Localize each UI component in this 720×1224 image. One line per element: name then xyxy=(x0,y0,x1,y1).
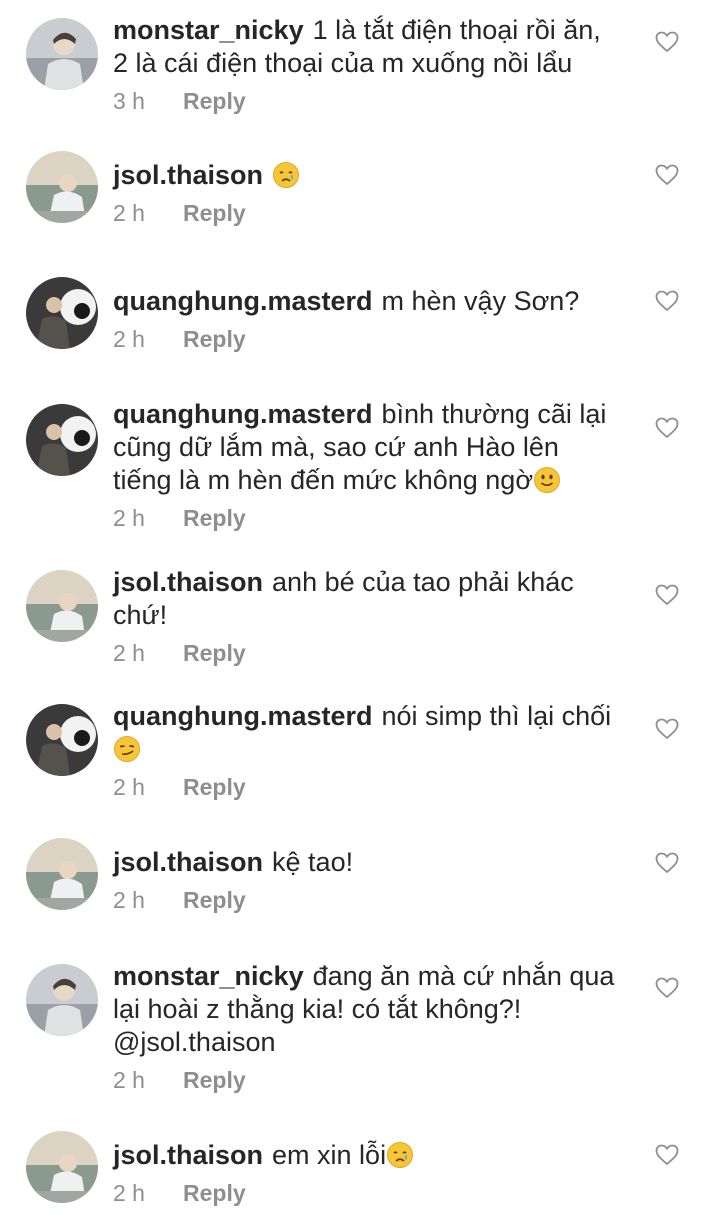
avatar[interactable] xyxy=(26,404,98,476)
reply-button[interactable]: Reply xyxy=(183,1180,246,1206)
reply-button[interactable]: Reply xyxy=(183,505,246,531)
timestamp: 2 h xyxy=(113,640,145,666)
crying-face-emoji xyxy=(386,1141,414,1169)
avatar[interactable] xyxy=(26,570,98,642)
heart-outline-icon[interactable] xyxy=(655,417,679,439)
username[interactable]: jsol.thaison xyxy=(113,567,263,597)
heart-outline-icon[interactable] xyxy=(655,852,679,874)
comment-meta: 2 h Reply xyxy=(113,772,623,802)
heart-outline-icon[interactable] xyxy=(655,718,679,740)
reply-button[interactable]: Reply xyxy=(183,200,246,226)
avatar[interactable] xyxy=(26,151,98,223)
comment-body: quanghung.masterd nói simp thì lại chối 2… xyxy=(113,700,623,802)
slightly-smiling-face-emoji xyxy=(533,466,561,494)
comment-meta: 2 h Reply xyxy=(113,638,623,668)
avatar[interactable] xyxy=(26,1131,98,1203)
heart-outline-icon[interactable] xyxy=(655,977,679,999)
timestamp: 2 h xyxy=(113,1180,145,1206)
reply-button[interactable]: Reply xyxy=(183,88,246,114)
heart-outline-icon[interactable] xyxy=(655,31,679,53)
reply-button[interactable]: Reply xyxy=(183,1067,246,1093)
comment-text-line: jsol.thaison anh bé của tao phải khác chứ… xyxy=(113,566,623,632)
heart-outline-icon[interactable] xyxy=(655,164,679,186)
avatar[interactable] xyxy=(26,18,98,90)
comment-text: nói simp thì lại chối xyxy=(381,701,612,731)
comment-meta: 2 h Reply xyxy=(113,198,623,228)
username[interactable]: monstar_nicky xyxy=(113,961,304,991)
heart-outline-icon[interactable] xyxy=(655,1144,679,1166)
comment-body: jsol.thaison em xin lỗi 2 h Reply xyxy=(113,1139,623,1208)
avatar[interactable] xyxy=(26,277,98,349)
comment-text-line: monstar_nicky đang ăn mà cứ nhắn qua lại … xyxy=(113,960,623,1059)
comment-text-line: quanghung.masterd m hèn vậy Sơn? xyxy=(113,285,623,318)
smirking-face-emoji xyxy=(113,735,141,763)
comment-body: jsol.thaison kệ tao! 2 h Reply xyxy=(113,846,623,915)
avatar[interactable] xyxy=(26,964,98,1036)
username[interactable]: jsol.thaison xyxy=(113,160,263,190)
comment-meta: 2 h Reply xyxy=(113,1178,623,1208)
comment-body: monstar_nicky 1 là tắt điện thoại rồi ăn,… xyxy=(113,14,623,116)
comment-text: m hèn vậy Sơn? xyxy=(381,286,580,316)
heart-outline-icon[interactable] xyxy=(655,584,679,606)
comment-text-line: quanghung.masterd nói simp thì lại chối xyxy=(113,700,623,766)
reply-button[interactable]: Reply xyxy=(183,326,246,352)
timestamp: 2 h xyxy=(113,774,145,800)
timestamp: 2 h xyxy=(113,887,145,913)
reply-button[interactable]: Reply xyxy=(183,640,246,666)
timestamp: 2 h xyxy=(113,1067,145,1093)
avatar[interactable] xyxy=(26,838,98,910)
comment-text-line: quanghung.masterd bình thường cãi lại cũn… xyxy=(113,398,623,497)
comment-meta: 2 h Reply xyxy=(113,1065,623,1095)
timestamp: 2 h xyxy=(113,200,145,226)
username[interactable]: quanghung.masterd xyxy=(113,701,373,731)
timestamp: 2 h xyxy=(113,505,145,531)
reply-button[interactable]: Reply xyxy=(183,887,246,913)
comment-body: jsol.thaison anh bé của tao phải khác chứ… xyxy=(113,566,623,668)
comment-text-line: jsol.thaison xyxy=(113,159,623,192)
comment-text-line: jsol.thaison em xin lỗi xyxy=(113,1139,623,1172)
comment-text: kệ tao! xyxy=(272,847,354,877)
comment-text-line: monstar_nicky 1 là tắt điện thoại rồi ăn,… xyxy=(113,14,623,80)
comment-meta: 2 h Reply xyxy=(113,885,623,915)
heart-outline-icon[interactable] xyxy=(655,290,679,312)
comment-body: quanghung.masterd m hèn vậy Sơn? 2 h Reply xyxy=(113,285,623,354)
username[interactable]: quanghung.masterd xyxy=(113,286,373,316)
comment-body: quanghung.masterd bình thường cãi lại cũn… xyxy=(113,398,623,533)
timestamp: 3 h xyxy=(113,88,145,114)
comment-meta: 3 h Reply xyxy=(113,86,623,116)
avatar[interactable] xyxy=(26,704,98,776)
reply-button[interactable]: Reply xyxy=(183,774,246,800)
comment-body: monstar_nicky đang ăn mà cứ nhắn qua lại … xyxy=(113,960,623,1095)
crying-face-emoji xyxy=(272,161,300,189)
username[interactable]: quanghung.masterd xyxy=(113,399,373,429)
username[interactable]: jsol.thaison xyxy=(113,1140,263,1170)
timestamp: 2 h xyxy=(113,326,145,352)
comment-body: jsol.thaison 2 h Reply xyxy=(113,159,623,228)
comment-meta: 2 h Reply xyxy=(113,324,623,354)
comment-text: em xin lỗi xyxy=(272,1140,387,1170)
comment-meta: 2 h Reply xyxy=(113,503,623,533)
comment-text-line: jsol.thaison kệ tao! xyxy=(113,846,623,879)
username[interactable]: jsol.thaison xyxy=(113,847,263,877)
username[interactable]: monstar_nicky xyxy=(113,15,304,45)
